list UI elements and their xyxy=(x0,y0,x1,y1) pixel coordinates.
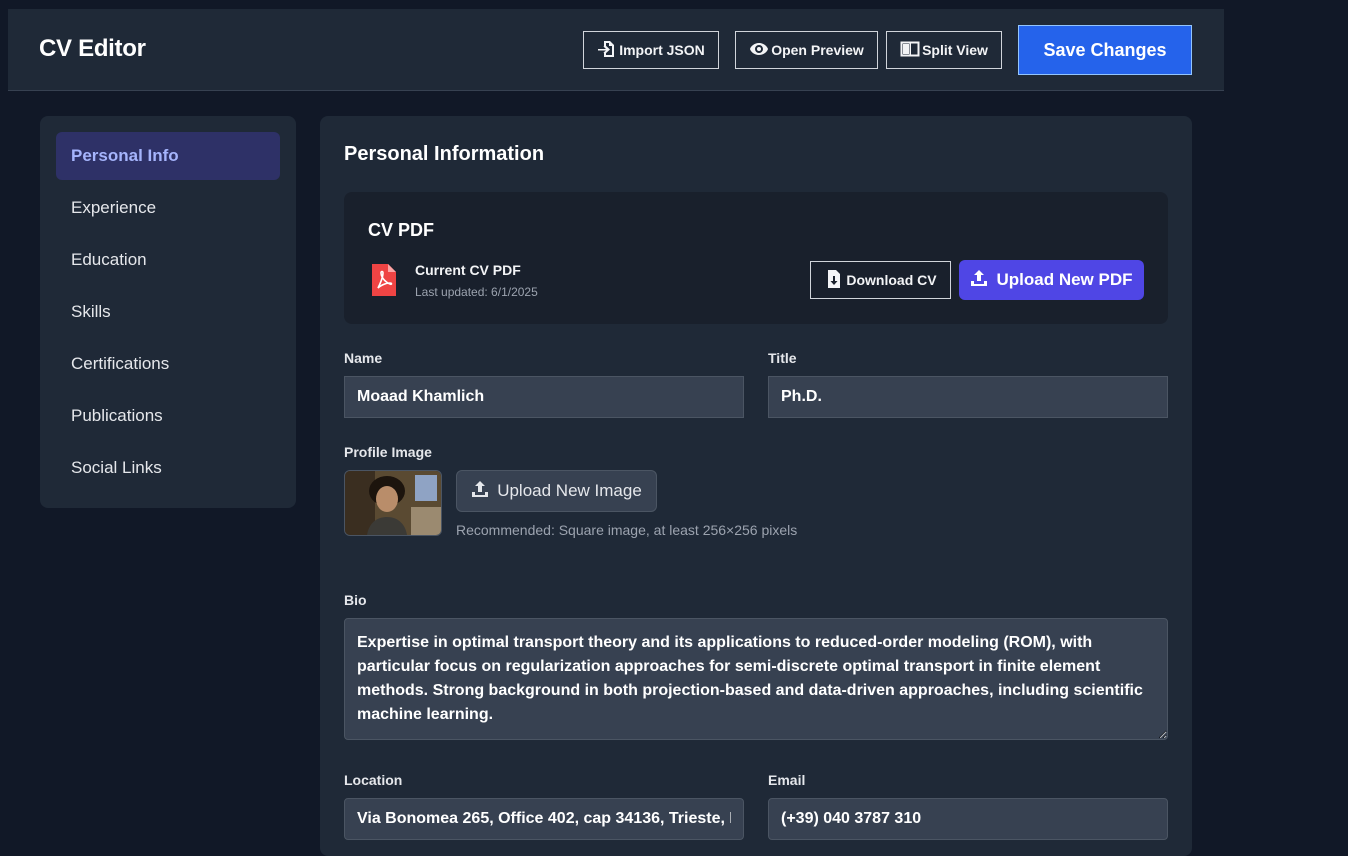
image-hint: Recommended: Square image, at least 256×… xyxy=(456,522,798,538)
upload-icon xyxy=(970,269,988,292)
eye-icon xyxy=(749,39,769,62)
download-cv-button[interactable]: Download CV xyxy=(810,261,951,299)
profile-image-label: Profile Image xyxy=(344,444,432,460)
app-title: CV Editor xyxy=(39,35,146,62)
email-label: Email xyxy=(768,772,806,788)
download-icon xyxy=(824,269,844,292)
app-header: CV Editor Import JSON Open Preview Split… xyxy=(8,9,1224,91)
cv-pdf-card: CV PDF Current CV PDF Last updated: 6/1/… xyxy=(344,192,1168,324)
save-changes-button[interactable]: Save Changes xyxy=(1018,25,1192,75)
split-view-icon xyxy=(900,39,920,62)
location-label: Location xyxy=(344,772,403,788)
open-preview-button[interactable]: Open Preview xyxy=(735,31,878,69)
email-input[interactable] xyxy=(768,798,1168,840)
sidebar-item-personal-info[interactable]: Personal Info xyxy=(56,132,280,180)
cv-pdf-title: CV PDF xyxy=(368,220,435,240)
upload-icon xyxy=(471,480,489,503)
sidebar: Personal Info Experience Education Skill… xyxy=(40,116,296,508)
sidebar-item-experience[interactable]: Experience xyxy=(56,184,280,232)
upload-image-button[interactable]: Upload New Image xyxy=(456,470,657,512)
avatar xyxy=(344,470,442,536)
import-json-label: Import JSON xyxy=(619,42,705,58)
sidebar-item-skills[interactable]: Skills xyxy=(56,288,280,336)
location-input[interactable] xyxy=(344,798,744,840)
upload-image-label: Upload New Image xyxy=(497,481,642,500)
pdf-file-name: Current CV PDF xyxy=(415,262,521,278)
pdf-last-updated: Last updated: 6/1/2025 xyxy=(415,285,538,299)
sidebar-item-certifications[interactable]: Certifications xyxy=(56,340,280,388)
sidebar-item-education[interactable]: Education xyxy=(56,236,280,284)
upload-pdf-label: Upload New PDF xyxy=(996,270,1133,289)
bio-label: Bio xyxy=(344,592,367,608)
sidebar-item-social-links[interactable]: Social Links xyxy=(56,444,280,492)
main-panel: Personal Information CV PDF Current CV P… xyxy=(320,116,1192,856)
section-title: Personal Information xyxy=(344,143,545,165)
upload-pdf-button[interactable]: Upload New PDF xyxy=(959,260,1144,300)
bio-textarea[interactable]: Expertise in optimal transport theory an… xyxy=(344,618,1168,740)
title-label: Title xyxy=(768,350,797,366)
name-label: Name xyxy=(344,350,383,366)
pdf-file-icon xyxy=(372,264,396,296)
open-preview-label: Open Preview xyxy=(771,42,864,58)
name-input[interactable] xyxy=(344,376,744,418)
title-input[interactable] xyxy=(768,376,1168,418)
import-json-button[interactable]: Import JSON xyxy=(583,31,719,69)
split-view-button[interactable]: Split View xyxy=(886,31,1002,69)
download-cv-label: Download CV xyxy=(846,272,937,288)
split-view-label: Split View xyxy=(922,42,988,58)
import-icon xyxy=(597,39,617,62)
sidebar-item-publications[interactable]: Publications xyxy=(56,392,280,440)
